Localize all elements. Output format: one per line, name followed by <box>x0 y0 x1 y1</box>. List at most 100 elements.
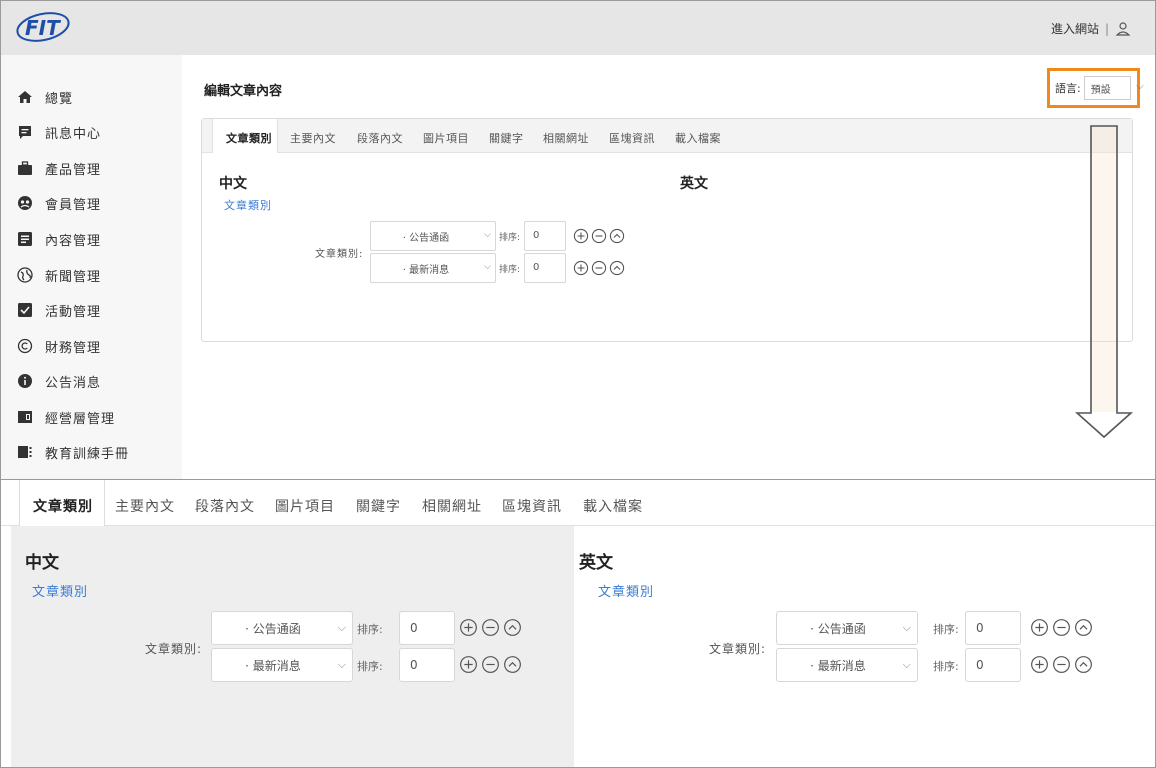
sidebar-item-finance[interactable]: 財務管理 <box>17 336 101 356</box>
minus-circle-icon[interactable] <box>1052 618 1071 637</box>
sidebar-item-label: 訊息中心 <box>45 126 102 142</box>
tab-main-content[interactable]: 主要內文 <box>290 130 336 146</box>
sidebar-item-events[interactable]: 活動管理 <box>17 300 101 320</box>
category-select-value: · 最新消息 <box>245 658 301 673</box>
language-label: 語言: <box>1055 82 1081 95</box>
chevron-up-circle-icon[interactable] <box>503 655 522 674</box>
tab-load-files[interactable]: 載入檔案 <box>675 130 721 146</box>
sidebar-item-label: 新聞管理 <box>45 269 102 285</box>
zh-column-subtitle: 文章類別 <box>224 199 272 212</box>
chevron-up-circle-icon[interactable] <box>609 228 625 244</box>
minus-circle-icon[interactable] <box>481 655 500 674</box>
sidebar-item-news[interactable]: 新聞管理 <box>17 265 101 285</box>
chevron-down-icon: ⌵ <box>337 621 346 634</box>
zh-column-title: 中文 <box>219 176 247 192</box>
language-select[interactable]: 預設 ⌵ <box>1083 76 1144 100</box>
chevron-down-icon: ⌵ <box>902 621 911 634</box>
sidebar-item-label: 總覽 <box>45 91 74 107</box>
manual-icon <box>18 446 32 458</box>
zh-column-title: 中文 <box>25 553 59 573</box>
enter-site-link[interactable]: 進入網站 <box>1051 20 1099 37</box>
category-select-value: · 最新消息 <box>810 658 866 673</box>
sidebar-item-messages[interactable]: 訊息中心 <box>17 122 101 142</box>
chevron-up-circle-icon[interactable] <box>609 260 625 276</box>
chevron-up-circle-icon[interactable] <box>1074 655 1093 674</box>
sort-input-1[interactable]: 0 <box>399 611 455 645</box>
user-icon[interactable] <box>1115 21 1131 37</box>
category-select-1[interactable]: · 公告通函 ⌵ <box>370 221 496 251</box>
language-selector-highlight: 語言: 預設 ⌵ <box>1047 68 1144 108</box>
minus-circle-icon[interactable] <box>591 228 607 244</box>
sidebar-item-label: 產品管理 <box>45 162 102 178</box>
tab-main-content[interactable]: 主要內文 <box>115 496 175 516</box>
sidebar-item-label: 財務管理 <box>45 340 102 356</box>
row-actions <box>1030 655 1093 674</box>
sidebar-item-content[interactable]: 內容管理 <box>17 229 101 249</box>
sidebar-item-announcements[interactable]: 公告消息 <box>17 371 101 391</box>
category-select-value: · 最新消息 <box>402 264 450 276</box>
sidebar-item-products[interactable]: 產品管理 <box>17 158 101 178</box>
home-icon <box>18 91 32 103</box>
chevron-up-circle-icon[interactable] <box>503 618 522 637</box>
sidebar-item-label: 內容管理 <box>45 233 102 249</box>
sort-input-1[interactable]: 0 <box>965 611 1021 645</box>
zoomed-panel: 文章類別 主要內文 段落內文 圖片項目 關鍵字 相關網址 區塊資訊 載入檔案 中… <box>0 479 1156 768</box>
tab-related-urls[interactable]: 相關網址 <box>422 496 482 516</box>
category-select-1[interactable]: · 公告通函 ⌵ <box>211 611 353 645</box>
row-actions <box>459 655 522 674</box>
list-icon <box>18 232 32 246</box>
chevron-down-icon: ⌵ <box>902 658 911 671</box>
minus-circle-icon[interactable] <box>591 260 607 276</box>
sort-input-1[interactable]: 0 <box>524 221 566 251</box>
tab-bar-zoomed: 文章類別 主要內文 段落內文 圖片項目 關鍵字 相關網址 區塊資訊 載入檔案 <box>1 480 1155 526</box>
tab-images[interactable]: 圖片項目 <box>423 130 469 146</box>
category-select-1[interactable]: · 公告通函 ⌵ <box>776 611 918 645</box>
plus-circle-icon[interactable] <box>573 228 589 244</box>
plus-circle-icon[interactable] <box>1030 618 1049 637</box>
sort-input-2[interactable]: 0 <box>524 253 566 283</box>
minus-circle-icon[interactable] <box>481 618 500 637</box>
sidebar-item-label: 公告消息 <box>45 375 102 391</box>
en-column-subtitle: 文章類別 <box>598 585 655 600</box>
sort-input-2[interactable]: 0 <box>399 648 455 682</box>
chevron-up-circle-icon[interactable] <box>1074 618 1093 637</box>
category-field-label: 文章類別: <box>145 642 203 656</box>
tab-category[interactable]: 文章類別 <box>33 496 93 516</box>
chevron-down-icon: ⌵ <box>1136 81 1144 92</box>
tab-category[interactable]: 文章類別 <box>226 130 272 146</box>
sidebar-item-label: 經營層管理 <box>45 411 116 427</box>
tab-keywords[interactable]: 關鍵字 <box>356 496 401 516</box>
checkbox-icon <box>18 303 32 317</box>
member-icon <box>18 196 32 210</box>
header-links: 進入網站 | <box>1051 20 1131 37</box>
tab-keywords[interactable]: 關鍵字 <box>489 130 524 146</box>
tab-bar: 文章類別 主要內文 段落內文 圖片項目 關鍵字 相關網址 區塊資訊 載入檔案 <box>202 119 1132 153</box>
sidebar-item-management[interactable]: 經營層管理 <box>17 407 115 427</box>
sort-input-2[interactable]: 0 <box>965 648 1021 682</box>
plus-circle-icon[interactable] <box>459 618 478 637</box>
tab-paragraph-content[interactable]: 段落內文 <box>195 496 255 516</box>
tab-images[interactable]: 圖片項目 <box>275 496 335 516</box>
tab-related-urls[interactable]: 相關網址 <box>543 130 589 146</box>
minus-circle-icon[interactable] <box>1052 655 1071 674</box>
admin-screenshot: FIT 進入網站 | 總覽 訊息中心 產品管理 會員管理 內容管理 新聞管理 活… <box>0 0 1156 480</box>
tab-load-files[interactable]: 載入檔案 <box>583 496 643 516</box>
sidebar-item-overview[interactable]: 總覽 <box>17 87 73 107</box>
tab-block-info[interactable]: 區塊資訊 <box>609 130 655 146</box>
category-select-2[interactable]: · 最新消息 ⌵ <box>370 253 496 283</box>
chevron-down-icon: ⌵ <box>337 658 346 671</box>
page-title: 編輯文章內容 <box>204 84 283 99</box>
plus-circle-icon[interactable] <box>573 260 589 276</box>
plus-circle-icon[interactable] <box>1030 655 1049 674</box>
copyright-icon <box>17 338 33 354</box>
category-select-2[interactable]: · 最新消息 ⌵ <box>211 648 353 682</box>
row-actions <box>459 618 522 637</box>
plus-circle-icon[interactable] <box>459 655 478 674</box>
sidebar-item-members[interactable]: 會員管理 <box>17 193 101 213</box>
sidebar-item-training[interactable]: 教育訓練手冊 <box>17 442 129 462</box>
tab-block-info[interactable]: 區塊資訊 <box>502 496 562 516</box>
category-select-2[interactable]: · 最新消息 ⌵ <box>776 648 918 682</box>
fit-logo[interactable]: FIT <box>15 11 77 43</box>
en-column-title: 英文 <box>680 176 708 192</box>
tab-paragraph-content[interactable]: 段落內文 <box>357 130 403 146</box>
